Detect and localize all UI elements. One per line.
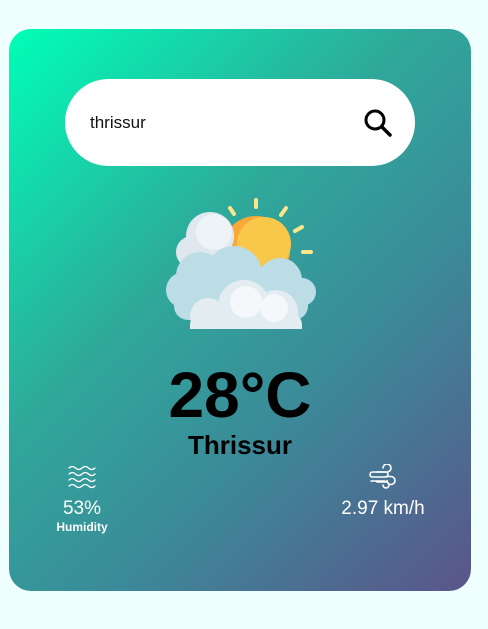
humidity-value: 53% (62, 498, 102, 519)
search-bar (65, 79, 415, 166)
sun-behind-clouds-icon (166, 198, 316, 329)
city-name: Thrissur (187, 430, 293, 460)
humidity-stat: 53% Humidity (47, 464, 117, 534)
search-input[interactable] (90, 79, 350, 166)
temperature: 28°C (168, 359, 312, 431)
wind-icon (369, 464, 396, 489)
weather-card: 28°C Thrissur 53% Humidity 2.97 km/h (9, 29, 471, 591)
search-button[interactable] (361, 106, 395, 140)
wind-stat: 2.97 km/h (327, 464, 439, 520)
wind-value: 2.97 km/h (341, 498, 425, 519)
humidity-waves-icon (68, 465, 96, 489)
humidity-label: Humidity (56, 520, 108, 534)
search-icon (364, 109, 392, 137)
